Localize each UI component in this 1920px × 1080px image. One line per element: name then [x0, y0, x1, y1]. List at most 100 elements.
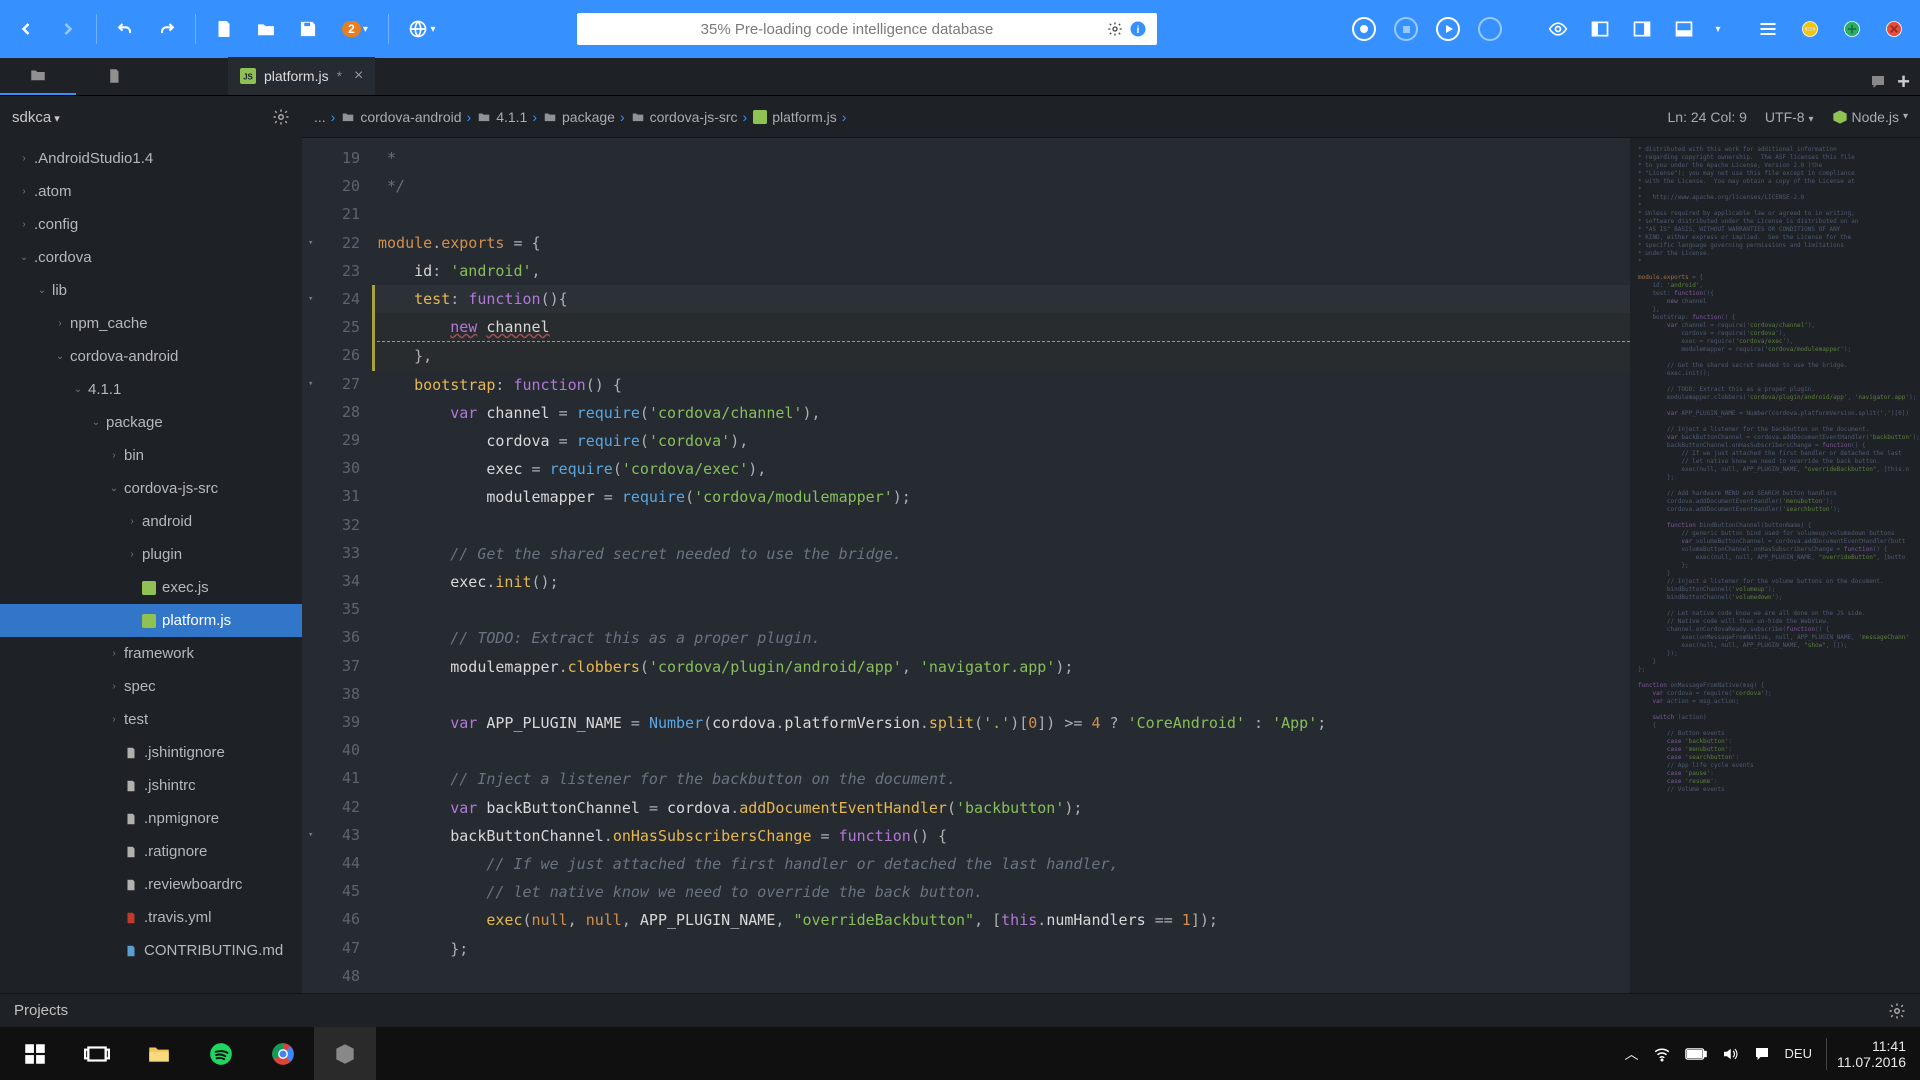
notifications-button[interactable]: 2▾ — [332, 11, 378, 47]
volume-icon[interactable] — [1721, 1045, 1739, 1063]
clock[interactable]: 11:41 11.07.2016 — [1826, 1038, 1906, 1070]
stepover-button[interactable] — [1472, 11, 1508, 47]
start-button[interactable] — [4, 1027, 66, 1080]
chat-icon[interactable] — [1869, 73, 1887, 91]
tree-item-package[interactable]: ⌄package — [0, 406, 302, 439]
menu-button[interactable] — [1750, 11, 1786, 47]
layout-bottom-button[interactable] — [1666, 11, 1702, 47]
tab-label: platform.js — [264, 68, 329, 84]
tab-bar: JS platform.js * × + — [0, 58, 1920, 96]
tree-item-platform-js[interactable]: platform.js — [0, 604, 302, 637]
tree-item--jshintrc[interactable]: .jshintrc — [0, 769, 302, 802]
footer-bar: Projects — [0, 993, 1920, 1027]
layout-menu-button[interactable]: ▾ — [1708, 11, 1728, 47]
breadcrumb-package[interactable]: package› — [543, 109, 625, 125]
tab-platform-js[interactable]: JS platform.js * × — [228, 57, 375, 95]
battery-icon[interactable] — [1685, 1047, 1707, 1061]
sidebar-docs-icon[interactable] — [76, 57, 152, 95]
browser-button[interactable]: ▾ — [399, 11, 445, 47]
nav-back-button[interactable] — [8, 11, 44, 47]
notifications-icon[interactable] — [1753, 1045, 1771, 1063]
save-button[interactable] — [290, 11, 326, 47]
layout-right-button[interactable] — [1624, 11, 1660, 47]
cursor-position: Ln: 24 Col: 9 — [1668, 109, 1747, 125]
breadcrumb-4-1-1[interactable]: 4.1.1› — [477, 109, 537, 125]
tree-item-plugin[interactable]: ›plugin — [0, 538, 302, 571]
breadcrumb-cordova-android[interactable]: cordova-android› — [341, 109, 471, 125]
play-button[interactable] — [1430, 11, 1466, 47]
tree-item--reviewboardrc[interactable]: .reviewboardrc — [0, 868, 302, 901]
js-file-icon: JS — [240, 68, 256, 84]
tree-item--androidstudio1-4[interactable]: ›.AndroidStudio1.4 — [0, 142, 302, 175]
tree-item-cordova-js-src[interactable]: ⌄cordova-js-src — [0, 472, 302, 505]
tree-item-android[interactable]: ›android — [0, 505, 302, 538]
tree-item-framework[interactable]: ›framework — [0, 637, 302, 670]
file-tree[interactable]: ›.AndroidStudio1.4›.atom›.config⌄.cordov… — [0, 138, 302, 993]
code-editor[interactable]: 19202122▾2324▾252627▾2829303132333435363… — [302, 138, 1920, 993]
code-area[interactable]: * */ module.exports = { id: 'android', t… — [372, 138, 1630, 993]
project-name[interactable]: sdkca — [12, 109, 60, 126]
new-file-button[interactable] — [206, 11, 242, 47]
tree-item-bin[interactable]: ›bin — [0, 439, 302, 472]
svg-text:i: i — [1137, 24, 1140, 36]
footer-projects-label[interactable]: Projects — [14, 1002, 68, 1019]
language-mode[interactable]: Node.js ▾ — [1832, 109, 1909, 125]
wifi-icon[interactable] — [1653, 1045, 1671, 1063]
tree-item--cordova[interactable]: ⌄.cordova — [0, 241, 302, 274]
undo-button[interactable] — [107, 11, 143, 47]
add-tab-button[interactable]: + — [1897, 69, 1910, 95]
tree-item-4-1-1[interactable]: ⌄4.1.1 — [0, 373, 302, 406]
nav-forward-button[interactable] — [50, 11, 86, 47]
tree-item-exec-js[interactable]: exec.js — [0, 571, 302, 604]
tree-item--atom[interactable]: ›.atom — [0, 175, 302, 208]
taskview-button[interactable] — [66, 1027, 128, 1080]
encoding[interactable]: UTF-8 ▾ — [1765, 109, 1814, 125]
tray-chevron-icon[interactable]: ︿ — [1625, 1044, 1639, 1064]
app-icon[interactable] — [314, 1027, 376, 1080]
breadcrumb-cordova-js-src[interactable]: cordova-js-src› — [631, 109, 748, 125]
breadcrumb----[interactable]: ...› — [314, 109, 335, 125]
windows-taskbar: ︿ DEU 11:41 11.07.2016 — [0, 1027, 1920, 1080]
open-file-button[interactable] — [248, 11, 284, 47]
tree-item--travis-yml[interactable]: .travis.yml — [0, 901, 302, 934]
gutter: 19202122▾2324▾252627▾2829303132333435363… — [302, 138, 372, 993]
nodejs-icon — [1832, 109, 1848, 125]
maximize-button[interactable] — [1834, 11, 1870, 47]
keyboard-lang[interactable]: DEU — [1785, 1046, 1812, 1061]
gear-icon[interactable] — [1107, 21, 1123, 37]
tree-item--npmignore[interactable]: .npmignore — [0, 802, 302, 835]
explorer-icon[interactable] — [128, 1027, 190, 1080]
layout-left-button[interactable] — [1582, 11, 1618, 47]
record-button[interactable] — [1346, 11, 1382, 47]
tree-item-lib[interactable]: ⌄lib — [0, 274, 302, 307]
close-button[interactable] — [1876, 11, 1912, 47]
tree-item-cordova-android[interactable]: ⌄cordova-android — [0, 340, 302, 373]
preview-button[interactable] — [1540, 11, 1576, 47]
tree-item-contributing-md[interactable]: CONTRIBUTING.md — [0, 934, 302, 967]
minimize-button[interactable] — [1792, 11, 1828, 47]
gear-icon[interactable] — [1888, 1002, 1906, 1020]
stop-button[interactable] — [1388, 11, 1424, 47]
tree-item-test[interactable]: ›test — [0, 703, 302, 736]
spotify-icon[interactable] — [190, 1027, 252, 1080]
main-toolbar: 2▾ ▾ 35% Pre-loading code intelligence d… — [0, 0, 1920, 58]
svg-text:JS: JS — [243, 72, 253, 81]
tree-item--ratignore[interactable]: .ratignore — [0, 835, 302, 868]
tree-item--jshintignore[interactable]: .jshintignore — [0, 736, 302, 769]
breadcrumb-bar: ...› cordova-android› 4.1.1› package› cordov… — [302, 96, 1920, 138]
sidebar: sdkca ›.AndroidStudio1.4›.atom›.config⌄.… — [0, 96, 302, 993]
gear-icon[interactable] — [272, 108, 290, 126]
tab-dirty-indicator: * — [337, 68, 342, 84]
tree-item-npm-cache[interactable]: ›npm_cache — [0, 307, 302, 340]
sidebar-files-icon[interactable] — [0, 57, 76, 95]
progress-indicator: 35% Pre-loading code intelligence databa… — [577, 13, 1157, 45]
redo-button[interactable] — [149, 11, 185, 47]
breadcrumb-platform-js[interactable]: platform.js› — [753, 109, 846, 125]
chrome-icon[interactable] — [252, 1027, 314, 1080]
minimap[interactable]: * distributed with this work for additio… — [1630, 138, 1920, 993]
tree-item--config[interactable]: ›.config — [0, 208, 302, 241]
tree-item-spec[interactable]: ›spec — [0, 670, 302, 703]
info-icon: i — [1129, 20, 1147, 38]
tab-close-icon[interactable]: × — [354, 67, 363, 85]
sidebar-header: sdkca — [0, 96, 302, 138]
